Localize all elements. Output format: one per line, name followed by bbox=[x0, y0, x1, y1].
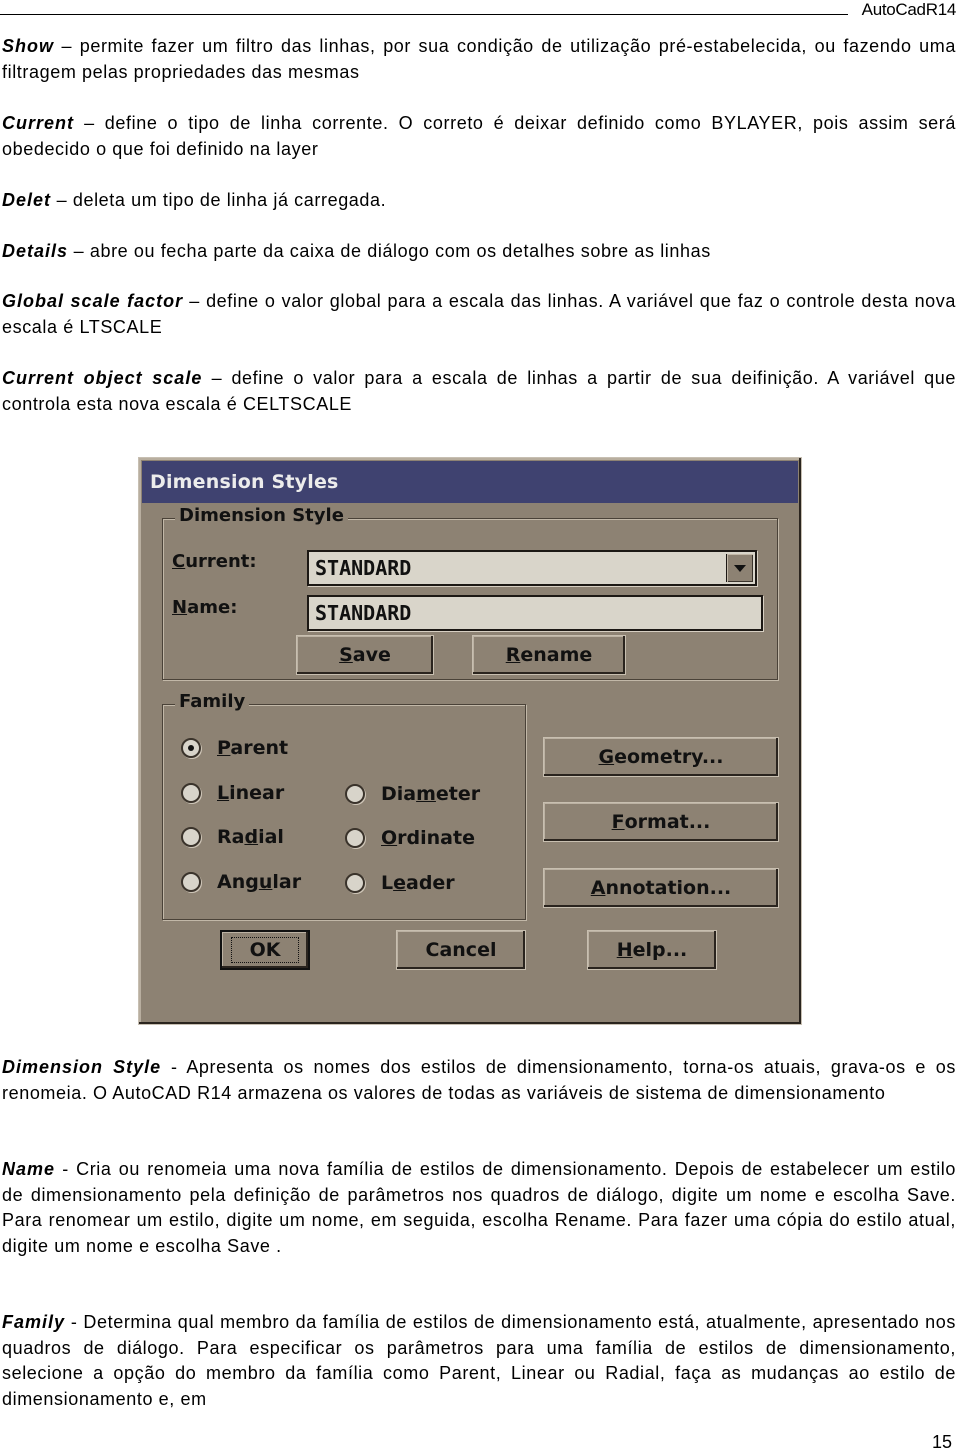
geometry-button[interactable]: Geometry... bbox=[543, 737, 779, 777]
chevron-down-icon bbox=[734, 564, 746, 572]
paragraph-text: Cria ou renomeia uma nova família de est… bbox=[2, 1159, 957, 1256]
paragraph-global-scale-factor: Global scale factor – define o valor glo… bbox=[2, 291, 956, 337]
paragraph-show: Show – permite fazer um filtro das linha… bbox=[2, 36, 956, 82]
paragraph-text: permite fazer um filtro das linhas, por … bbox=[2, 36, 956, 82]
dimension-styles-dialog: Dimension Styles Dimension Style Current… bbox=[138, 457, 802, 1025]
current-style-value: STANDARD bbox=[315, 556, 412, 580]
ok-button[interactable]: OK bbox=[220, 930, 310, 970]
radio-label: Ordinate bbox=[381, 827, 475, 849]
term: Current object scale bbox=[2, 368, 203, 388]
paragraph-delet: Delet – deleta um tipo de linha já carre… bbox=[2, 190, 387, 210]
header-title: AutoCadR14 bbox=[861, 0, 957, 19]
term: Current bbox=[2, 113, 75, 133]
dialog-titlebar: Dimension Styles bbox=[142, 461, 798, 503]
name-input[interactable]: STANDARD bbox=[307, 595, 763, 631]
format-button[interactable]: Format... bbox=[543, 802, 779, 842]
term: Details bbox=[2, 241, 69, 261]
paragraph-text: define o tipo de linha corrente. O corre… bbox=[2, 113, 956, 159]
radio-label: Linear bbox=[217, 782, 285, 804]
paragraph-family: Family - Determina qual membro da famíli… bbox=[2, 1312, 957, 1409]
name-label: Name: bbox=[172, 597, 238, 618]
term: Show bbox=[2, 36, 54, 56]
radio-unchecked-icon bbox=[181, 872, 201, 892]
radio-unchecked-icon bbox=[345, 784, 365, 804]
radio-radial[interactable]: Radial bbox=[181, 826, 284, 848]
radio-unchecked-icon bbox=[181, 827, 201, 847]
group-label: Family bbox=[175, 691, 250, 712]
annotation-button[interactable]: Annotation... bbox=[543, 868, 779, 908]
radio-unchecked-icon bbox=[345, 873, 365, 893]
radio-unchecked-icon bbox=[345, 828, 365, 848]
help-button[interactable]: Help... bbox=[587, 930, 717, 970]
header-rule bbox=[0, 14, 848, 15]
paragraph-dimension-style: Dimension Style - Apresenta os nomes dos… bbox=[2, 1057, 957, 1103]
paragraph-name: Name - Cria ou renomeia uma nova família… bbox=[2, 1159, 957, 1256]
paragraph-current-object-scale: Current object scale – define o valor pa… bbox=[2, 368, 956, 414]
radio-label: Parent bbox=[217, 737, 289, 759]
radio-angular[interactable]: Angular bbox=[181, 871, 301, 893]
term: Name bbox=[2, 1159, 56, 1179]
page-number: 15 bbox=[931, 1432, 952, 1452]
radio-unchecked-icon bbox=[181, 783, 201, 803]
radio-label: Angular bbox=[217, 871, 302, 893]
term: Delet bbox=[2, 190, 52, 210]
radio-parent[interactable]: Parent bbox=[181, 737, 288, 759]
radio-diameter[interactable]: Diameter bbox=[345, 783, 480, 805]
radio-label: Radial bbox=[217, 826, 284, 848]
paragraph-text: deleta um tipo de linha já carregada. bbox=[72, 190, 387, 210]
paragraph-current: Current – define o tipo de linha corrent… bbox=[2, 113, 956, 159]
paragraph-text: Determina qual membro da família de esti… bbox=[2, 1312, 957, 1409]
term: Dimension Style bbox=[2, 1057, 162, 1077]
radio-leader[interactable]: Leader bbox=[345, 872, 455, 894]
radio-linear[interactable]: Linear bbox=[181, 782, 284, 804]
paragraph-text: abre ou fecha parte da caixa de diálogo … bbox=[89, 241, 711, 261]
radio-label: Leader bbox=[381, 872, 455, 894]
term: Global scale factor bbox=[2, 291, 184, 311]
radio-checked-icon bbox=[181, 738, 201, 758]
ok-label: OK bbox=[230, 937, 300, 963]
cancel-button[interactable]: Cancel bbox=[396, 930, 526, 970]
current-style-combobox[interactable]: STANDARD bbox=[307, 550, 757, 586]
save-button[interactable]: Save bbox=[296, 635, 434, 675]
family-group: Family Parent Linear Diameter Radial Ord… bbox=[162, 691, 526, 920]
rename-button[interactable]: Rename bbox=[472, 635, 626, 675]
paragraph-details: Details – abre ou fecha parte da caixa d… bbox=[2, 241, 711, 261]
dimension-style-group: Dimension Style Current: STANDARD Name: … bbox=[162, 505, 778, 680]
group-label: Dimension Style bbox=[175, 505, 348, 526]
term: Family bbox=[2, 1312, 66, 1332]
radio-ordinate[interactable]: Ordinate bbox=[345, 827, 475, 849]
radio-label: Diameter bbox=[381, 783, 481, 805]
name-value: STANDARD bbox=[315, 601, 412, 625]
dropdown-arrow-button[interactable] bbox=[726, 554, 753, 582]
current-label: Current: bbox=[172, 551, 257, 572]
